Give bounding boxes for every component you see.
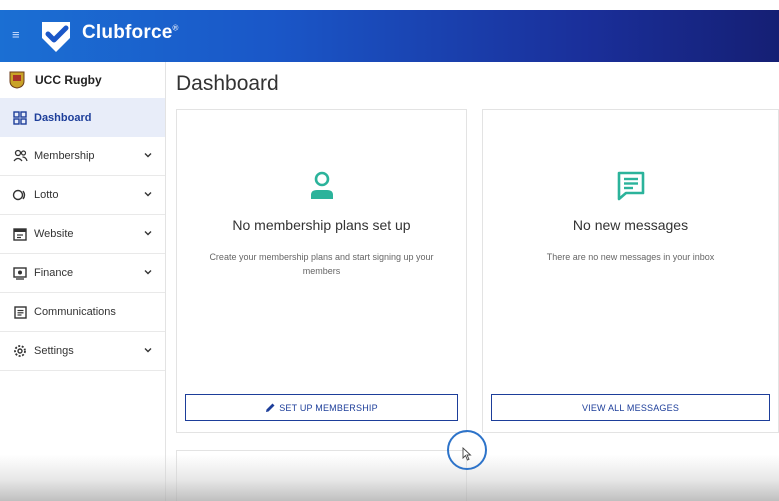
settings-icon <box>12 343 28 359</box>
person-icon <box>310 171 333 199</box>
clubforce-logo-icon <box>42 22 70 52</box>
lotto-icon <box>12 187 28 203</box>
set-up-membership-button[interactable]: SET UP MEMBERSHIP <box>185 394 458 421</box>
chevron-down-icon[interactable] <box>143 228 153 238</box>
sidebar-item-label: Communications <box>34 306 116 318</box>
button-label: SET UP MEMBERSHIP <box>279 402 378 413</box>
chevron-down-icon[interactable] <box>143 345 153 355</box>
top-bar: ≡ Clubforce® <box>0 0 779 62</box>
mouse-pointer-icon <box>462 447 472 461</box>
dashboard-icon <box>12 110 28 126</box>
additional-card <box>176 450 467 501</box>
sidebar-item-finance[interactable]: Finance <box>0 254 165 293</box>
pencil-icon <box>266 403 275 412</box>
message-icon <box>617 171 644 201</box>
sidebar-item-label: Settings <box>34 345 74 357</box>
card-description: There are no new messages in your inbox <box>546 252 715 262</box>
sidebar-item-communications[interactable]: Communications <box>0 293 165 332</box>
page-title: Dashboard <box>176 72 279 95</box>
members-icon <box>12 148 28 164</box>
communications-icon <box>12 304 28 320</box>
sidebar-item-dashboard[interactable]: Dashboard <box>0 98 165 137</box>
chevron-down-icon[interactable] <box>143 267 153 277</box>
brand-name[interactable]: Clubforce® <box>82 22 179 44</box>
button-label: VIEW ALL MESSAGES <box>581 402 680 413</box>
chevron-down-icon[interactable] <box>143 150 153 160</box>
sidebar-item-label: Dashboard <box>34 111 92 124</box>
sidebar-item-label: Finance <box>34 267 74 279</box>
sidebar-item-label: Membership <box>34 150 95 162</box>
registered-mark: ® <box>172 23 179 33</box>
card-title: No new messages <box>572 217 689 233</box>
menu-collapse-icon[interactable]: ≡ <box>12 26 30 44</box>
club-name: UCC Rugby <box>35 73 102 87</box>
club-crest-icon <box>9 71 25 89</box>
sidebar-item-lotto[interactable]: Lotto <box>0 176 165 215</box>
sidebar-item-settings[interactable]: Settings <box>0 332 165 371</box>
card-title: No membership plans set up <box>232 217 411 233</box>
membership-card: No membership plans set up Create your m… <box>176 109 467 433</box>
sidebar-item-label: Website <box>34 228 74 240</box>
sidebar-item-membership[interactable]: Membership <box>0 137 165 176</box>
website-icon <box>12 226 28 242</box>
finance-icon <box>12 265 28 281</box>
sidebar-item-website[interactable]: Website <box>0 215 165 254</box>
card-description: Create your membership plans and start s… <box>209 252 434 276</box>
club-selector[interactable]: UCC Rugby <box>0 62 165 98</box>
view-all-messages-button[interactable]: VIEW ALL MESSAGES <box>491 394 770 421</box>
sidebar: UCC Rugby Dashboard Membership Lotto Web… <box>0 62 166 501</box>
sidebar-item-label: Lotto <box>34 189 59 201</box>
messages-card: No new messages There are no new message… <box>482 109 779 433</box>
header-banner: ≡ Clubforce® <box>0 10 779 62</box>
chevron-down-icon[interactable] <box>143 189 153 199</box>
